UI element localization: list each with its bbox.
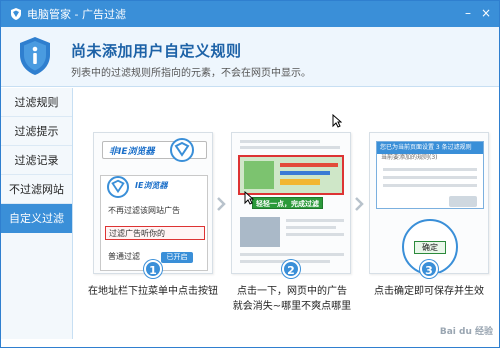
- dialog-small-button: [449, 196, 477, 207]
- sidebar-item-custom-filter[interactable]: 自定义过滤: [1, 204, 72, 233]
- main-content: 非IE浏览器 IE浏览器 不再过滤该网站广告 过滤广告听你的 普通过滤 已开启: [74, 88, 499, 339]
- filter-hint-label: 轻轻一点，完成过滤: [252, 197, 323, 209]
- page-title: 尚未添加用户自定义规则: [71, 42, 242, 60]
- dialog-line: 当前要添加的规则(3): [381, 154, 438, 161]
- text-line: [383, 184, 477, 187]
- webpage-ad-highlight: [238, 155, 344, 195]
- text-line: [286, 226, 336, 229]
- window-title: 电脑管家 - 广告过滤: [27, 8, 126, 21]
- sidebar-item-unfiltered-sites[interactable]: 不过滤网站: [1, 175, 72, 204]
- arrow-right-icon: [355, 197, 364, 211]
- rules-dialog: 您已为当前页面设置 3 条过滤规则 当前要添加的规则(3): [376, 141, 484, 209]
- step-number-1: 1: [144, 260, 162, 278]
- guard-menu-icon: [107, 176, 129, 198]
- cursor-icon: [244, 191, 254, 205]
- guard-logo-icon: [11, 8, 21, 20]
- close-icon[interactable]: ×: [477, 5, 495, 21]
- dropdown-menu: IE浏览器 不再过滤该网站广告 过滤广告听你的 普通过滤 已开启: [100, 175, 208, 271]
- step1-caption: 在地址栏下拉菜单中点击按钮: [88, 286, 218, 297]
- dialog-title: 您已为当前页面设置 3 条过滤规则: [377, 142, 483, 154]
- app-window: 电脑管家 - 广告过滤 – × 尚未添加用户自定义规则 列表中的过滤规则所指向的…: [0, 0, 500, 348]
- page-subtitle: 列表中的过滤规则所指向的元素，不会在网页中显示。: [71, 68, 311, 79]
- page-image: [240, 217, 280, 247]
- minimize-icon[interactable]: –: [459, 5, 477, 21]
- shield-info-icon: [20, 37, 50, 75]
- step2-caption-line2: 就会消失~哪里不爽点哪里: [232, 301, 352, 312]
- sidebar-item-filter-tips[interactable]: 过滤提示: [1, 117, 72, 146]
- step3-illustration: 您已为当前页面设置 3 条过滤规则 当前要添加的规则(3) 确定: [369, 132, 489, 274]
- text-line: [383, 176, 477, 179]
- text-line: [240, 140, 320, 143]
- browser-name: 非IE浏览器: [109, 147, 155, 157]
- inner-browser-name: IE浏览器: [135, 181, 168, 190]
- window-controls: – ×: [459, 5, 495, 21]
- text-line: [240, 253, 344, 256]
- step2-caption-line1: 点击一下，网页中的广告: [237, 286, 347, 297]
- step1-illustration: 非IE浏览器 IE浏览器 不再过滤该网站广告 过滤广告听你的 普通过滤 已开启: [93, 132, 213, 274]
- confirm-button: 确定: [414, 241, 446, 254]
- step2-caption: 点击一下，网页中的广告 就会消失~哪里不爽点哪里: [216, 284, 368, 314]
- text-line: [286, 233, 344, 236]
- text-line: [383, 168, 477, 171]
- step2-illustration: 轻轻一点，完成过滤: [231, 132, 351, 274]
- step-number-3: 3: [420, 260, 438, 278]
- menu-item-dont-filter-site: 不再过滤该网站广告: [108, 206, 180, 215]
- watermark: Bai du 经验: [439, 327, 493, 337]
- sidebar-item-filter-log[interactable]: 过滤记录: [1, 146, 72, 175]
- text-line: [240, 146, 340, 149]
- arrow-right-icon: [217, 197, 226, 211]
- menu-item-custom-filter: 过滤广告听你的: [105, 226, 205, 240]
- guard-button-icon: [170, 138, 194, 162]
- toggle-enabled: 已开启: [161, 252, 193, 263]
- sidebar-item-filter-rules[interactable]: 过滤规则: [1, 88, 72, 117]
- step-number-2: 2: [282, 260, 300, 278]
- title-bar: 电脑管家 - 广告过滤 – ×: [1, 1, 499, 27]
- text-line: [286, 219, 344, 222]
- step3-caption: 点击确定即可保存并生效: [374, 286, 484, 297]
- page-header: 尚未添加用户自定义规则 列表中的过滤规则所指向的元素，不会在网页中显示。: [1, 27, 499, 87]
- mouse-cursor-icon: [332, 114, 342, 128]
- sidebar: 过滤规则 过滤提示 过滤记录 不过滤网站 自定义过滤: [1, 88, 73, 339]
